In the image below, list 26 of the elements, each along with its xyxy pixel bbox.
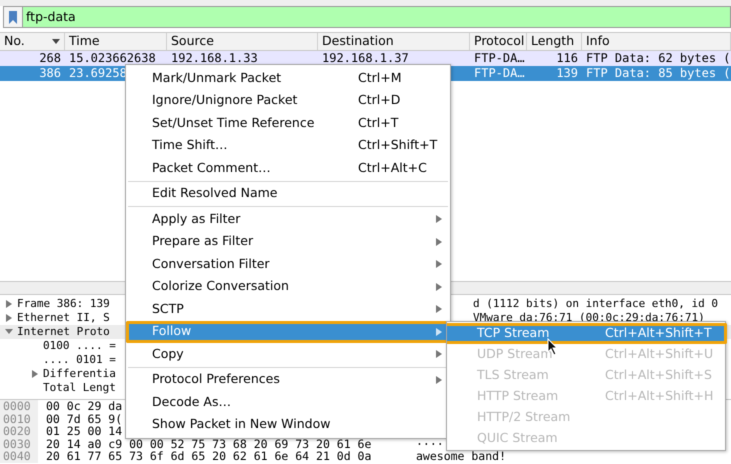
- ascii-bytes: awesome band!: [416, 450, 506, 462]
- table-cell: 23.69258: [69, 66, 127, 80]
- table-cell: FTP-DA…: [474, 66, 525, 80]
- hex-bytes: 20 61 77 65 73 6f 6d 65 20 62 61 6e 64 21 0d 0a: [46, 449, 372, 463]
- table-cell: 192.168.1.37: [322, 51, 409, 65]
- byte-offset: 0020: [0, 425, 38, 438]
- byte-offset: 0000: [0, 400, 38, 412]
- table-cell: 15.023662638: [69, 51, 156, 65]
- byte-offset: 0010: [0, 412, 38, 425]
- byte-offset: 0040: [0, 450, 38, 462]
- table-cell: 268: [39, 51, 61, 65]
- table-cell: 192.168.1.33: [171, 51, 258, 65]
- byte-offset: 0030: [0, 438, 38, 450]
- tree-item-text: VMware da:76:71 (00:0c:29:da:76:71): [473, 311, 705, 325]
- hex-bytes: 00 7d 65 9(: [46, 412, 122, 426]
- hex-bytes: 01 25 00 14: [46, 424, 122, 438]
- table-cell: 139: [556, 66, 578, 80]
- hex-bytes: 00 0c 29 da: [46, 399, 122, 413]
- tree-item-text: d (1112 bits) on interface eth0, id 0: [473, 297, 718, 311]
- table-cell: 116: [556, 51, 578, 65]
- table-cell: FTP Data: 62 bytes (: [586, 51, 730, 65]
- hex-bytes: 20 14 a0 c9 00 00 52 75 73 68 20 69 73 20 61 6e: [46, 436, 372, 450]
- table-cell: FTP Data: 85 bytes (: [586, 66, 730, 80]
- ascii-bytes: ····: [416, 438, 444, 450]
- table-cell: FTP-DA…: [474, 51, 525, 65]
- table-cell: 386: [39, 66, 61, 80]
